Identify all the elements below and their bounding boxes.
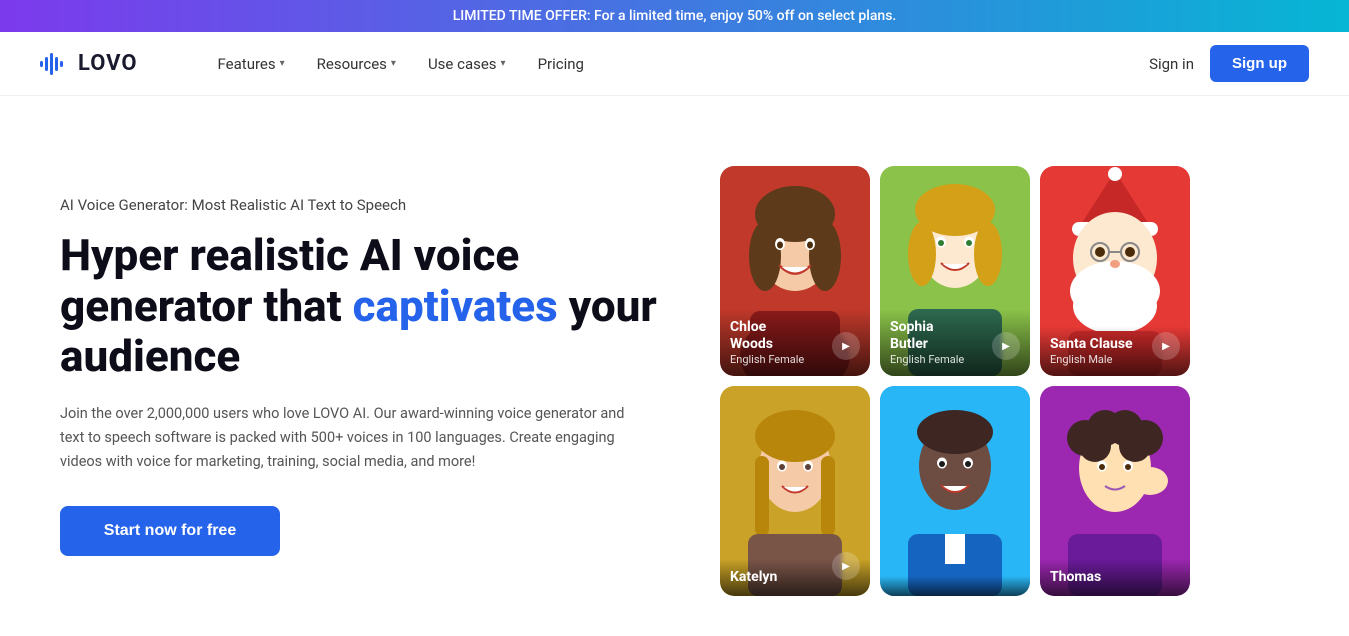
main-content: AI Voice Generator: Most Realistic AI Te… (0, 96, 1349, 636)
play-button-chloe[interactable]: ▶ (832, 332, 860, 360)
chevron-down-icon: ▾ (391, 58, 396, 69)
voices-grid: ChloeWoods English Female ▶ (720, 166, 1190, 596)
logo-icon (40, 53, 70, 75)
voice-card-chloe[interactable]: ChloeWoods English Female ▶ (720, 166, 870, 376)
nav-links: Features ▾ Resources ▾ Use cases ▾ Prici… (218, 55, 1150, 73)
voice-card-santa[interactable]: Santa Clause English Male ▶ (1040, 166, 1190, 376)
chevron-down-icon: ▾ (501, 58, 506, 69)
logo[interactable]: LOVO (40, 51, 138, 76)
card-overlay-thomas: Thomas (1040, 559, 1190, 596)
voice-card-katelyn[interactable]: Katelyn ▶ (720, 386, 870, 596)
hero-subtitle: AI Voice Generator: Most Realistic AI Te… (60, 196, 680, 214)
card-overlay-unnamed (880, 576, 1030, 596)
banner-text: LIMITED TIME OFFER: For a limited time, … (453, 8, 897, 24)
nav-features[interactable]: Features ▾ (218, 55, 285, 73)
play-button-santa[interactable]: ▶ (1152, 332, 1180, 360)
promo-banner: LIMITED TIME OFFER: For a limited time, … (0, 0, 1349, 32)
hero-title: Hyper realistic AI voice generator that … (60, 230, 680, 382)
logo-text: LOVO (78, 51, 138, 76)
nav-resources[interactable]: Resources ▾ (317, 55, 396, 73)
nav-use-cases[interactable]: Use cases ▾ (428, 55, 506, 73)
navigation: LOVO Features ▾ Resources ▾ Use cases ▾ … (0, 32, 1349, 96)
play-button-sophia[interactable]: ▶ (992, 332, 1020, 360)
cta-button[interactable]: Start now for free (60, 506, 280, 556)
voice-name-thomas: Thomas (1050, 569, 1180, 586)
voice-card-sophia[interactable]: SophiaButler English Female ▶ (880, 166, 1030, 376)
nav-pricing[interactable]: Pricing (538, 55, 584, 73)
sign-up-button[interactable]: Sign up (1210, 45, 1309, 82)
hero-section: AI Voice Generator: Most Realistic AI Te… (60, 156, 680, 596)
voice-card-unnamed[interactable] (880, 386, 1030, 596)
chevron-down-icon: ▾ (280, 58, 285, 69)
sign-in-link[interactable]: Sign in (1149, 55, 1194, 73)
hero-title-highlight: captivates (353, 280, 558, 332)
play-button-katelyn[interactable]: ▶ (832, 552, 860, 580)
nav-auth: Sign in Sign up (1149, 45, 1309, 82)
hero-description: Join the over 2,000,000 users who love L… (60, 402, 640, 474)
voice-card-thomas[interactable]: Thomas (1040, 386, 1190, 596)
